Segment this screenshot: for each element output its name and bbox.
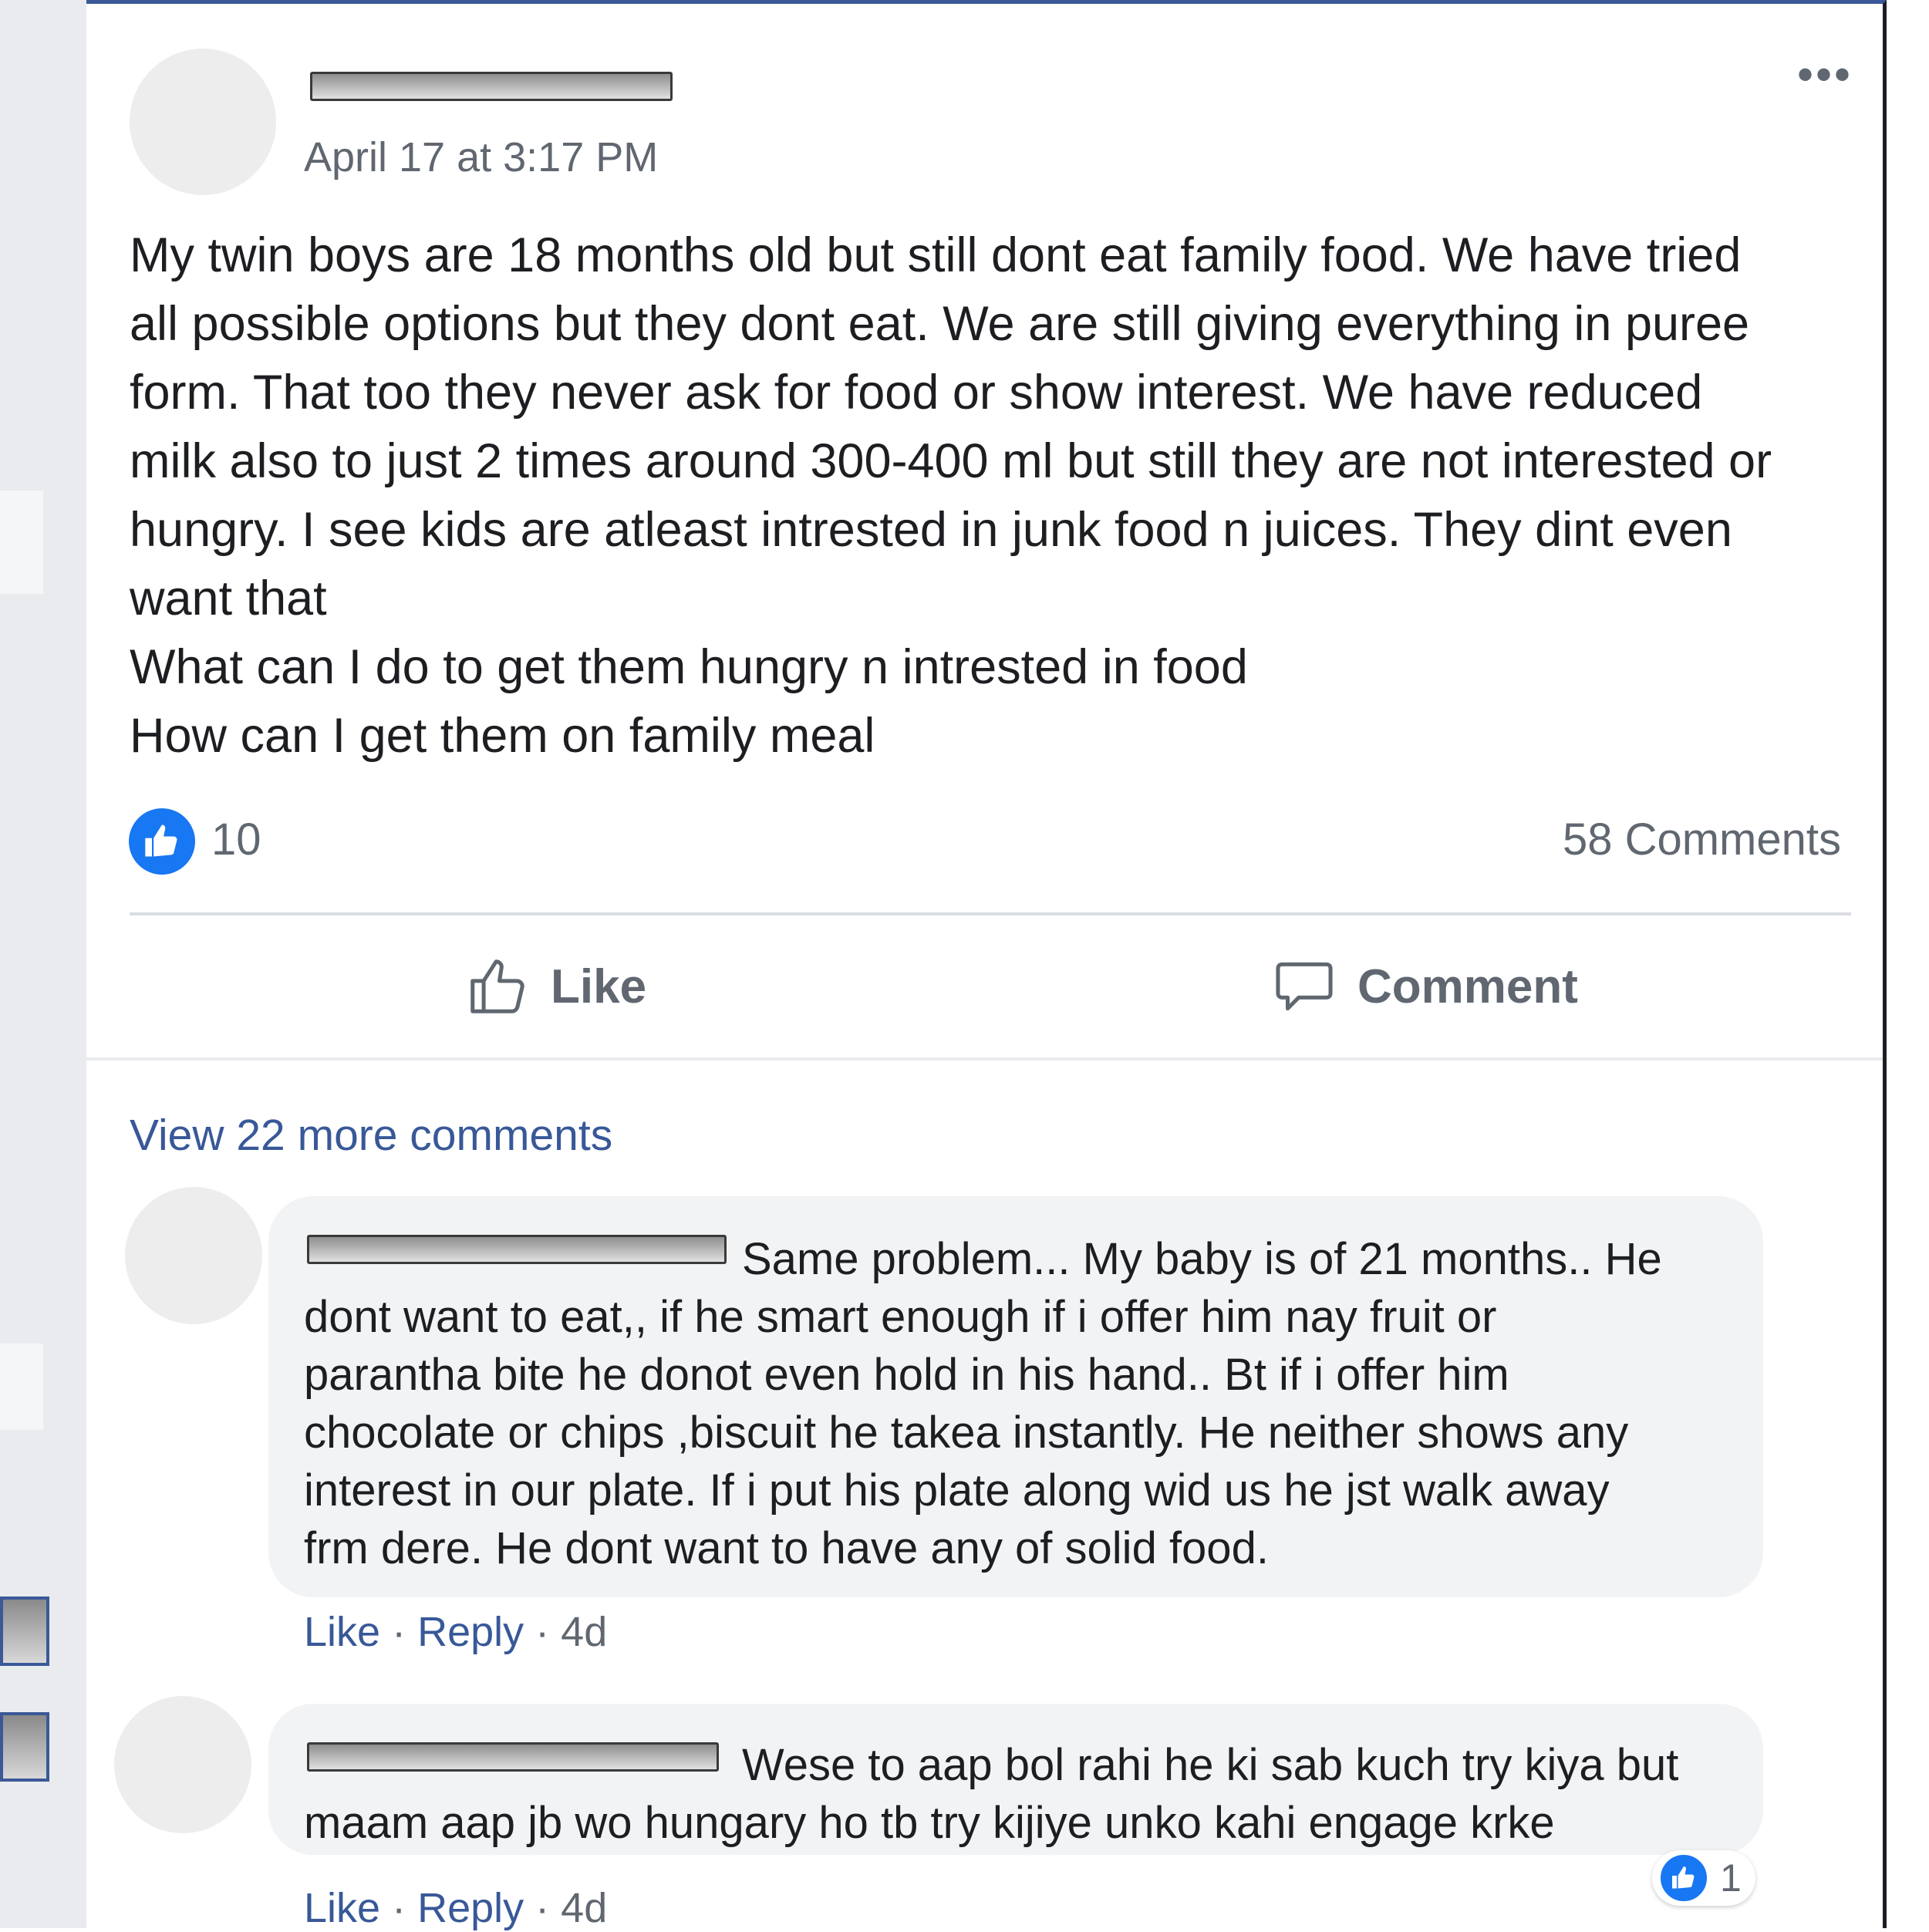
thumbs-up-icon (464, 953, 531, 1020)
post-card: April 17 at 3:17 PM ••• My twin boys are… (86, 0, 1887, 1931)
comment-button[interactable]: Comment (1271, 949, 1578, 1023)
reaction-count[interactable]: 10 (211, 814, 261, 865)
comment-text-line: parantha bite he donot even hold in his … (304, 1350, 1509, 1400)
comment-time[interactable]: 4d (561, 1885, 607, 1931)
like-button-label: Like (551, 959, 647, 1013)
comment-reply-link[interactable]: Reply (417, 1885, 524, 1931)
commenter-avatar[interactable] (114, 1696, 251, 1833)
divider (130, 912, 1851, 915)
left-sidebar-gutter (0, 0, 86, 1928)
comment-text-line: dont want to eat,, if he smart enough if… (304, 1292, 1497, 1342)
post-text-line: My twin boys are 18 months old but still… (130, 228, 1742, 282)
author-avatar[interactable] (130, 49, 276, 195)
comment-reply-link[interactable]: Reply (417, 1609, 524, 1655)
redacted-sidebar-button[interactable] (0, 1712, 49, 1782)
redacted-sidebar-button[interactable] (0, 1597, 49, 1666)
comment-time[interactable]: 4d (561, 1609, 607, 1655)
comment-actions: Like · Reply · 4d (304, 1885, 608, 1931)
view-more-comments-link[interactable]: View 22 more comments (130, 1110, 612, 1161)
comment-reaction-count: 1 (1720, 1856, 1742, 1900)
section-divider (86, 1057, 1883, 1060)
post-text-line: hungry. I see kids are atleast intrested… (130, 503, 1732, 557)
comment-text-line: maam aap jb wo hungary ho tb try kijiye … (304, 1798, 1555, 1848)
post-text-line: all possible options but they dont eat. … (130, 297, 1750, 351)
post-body: My twin boys are 18 months old but still… (130, 221, 1857, 770)
comment-text: Same problem... My baby is of 21 months.… (304, 1230, 1662, 1577)
post-text-line: form. That too they never ask for food o… (130, 366, 1703, 420)
comment-like-link[interactable]: Like (304, 1885, 380, 1931)
commenter-name-redacted[interactable] (307, 1742, 719, 1772)
sidebar-box (0, 1344, 43, 1430)
comment-count[interactable]: 58 Comments (1563, 814, 1841, 865)
commenter-avatar[interactable] (125, 1187, 262, 1324)
like-reaction-icon (1658, 1853, 1709, 1903)
post-text-line: What can I do to get them hungry n intre… (130, 640, 1248, 694)
comment-icon (1271, 953, 1337, 1020)
post-text-line: How can I get them on family meal (130, 709, 875, 763)
like-reaction-icon[interactable] (125, 804, 199, 878)
like-button[interactable]: Like (464, 949, 646, 1023)
comment-button-label: Comment (1357, 959, 1578, 1013)
comment-text-line: interest in our plate. If i put his plat… (304, 1465, 1610, 1516)
comment-text-line: frm dere. He dont want to have any of so… (304, 1523, 1269, 1573)
comment-like-link[interactable]: Like (304, 1609, 380, 1655)
more-options-icon[interactable]: ••• (1797, 52, 1853, 98)
author-name-redacted[interactable] (310, 72, 673, 101)
comment-reaction-pill[interactable]: 1 (1652, 1850, 1755, 1906)
comment-actions: Like · Reply · 4d (304, 1609, 608, 1655)
sidebar-box (0, 491, 43, 594)
post-timestamp[interactable]: April 17 at 3:17 PM (304, 133, 658, 181)
commenter-name-redacted[interactable] (307, 1235, 727, 1264)
post-text-line: milk also to just 2 times around 300-400… (130, 434, 1772, 488)
comment-text-line: chocolate or chips ,biscuit he takea ins… (304, 1408, 1629, 1458)
post-text-line: want that (130, 572, 327, 625)
